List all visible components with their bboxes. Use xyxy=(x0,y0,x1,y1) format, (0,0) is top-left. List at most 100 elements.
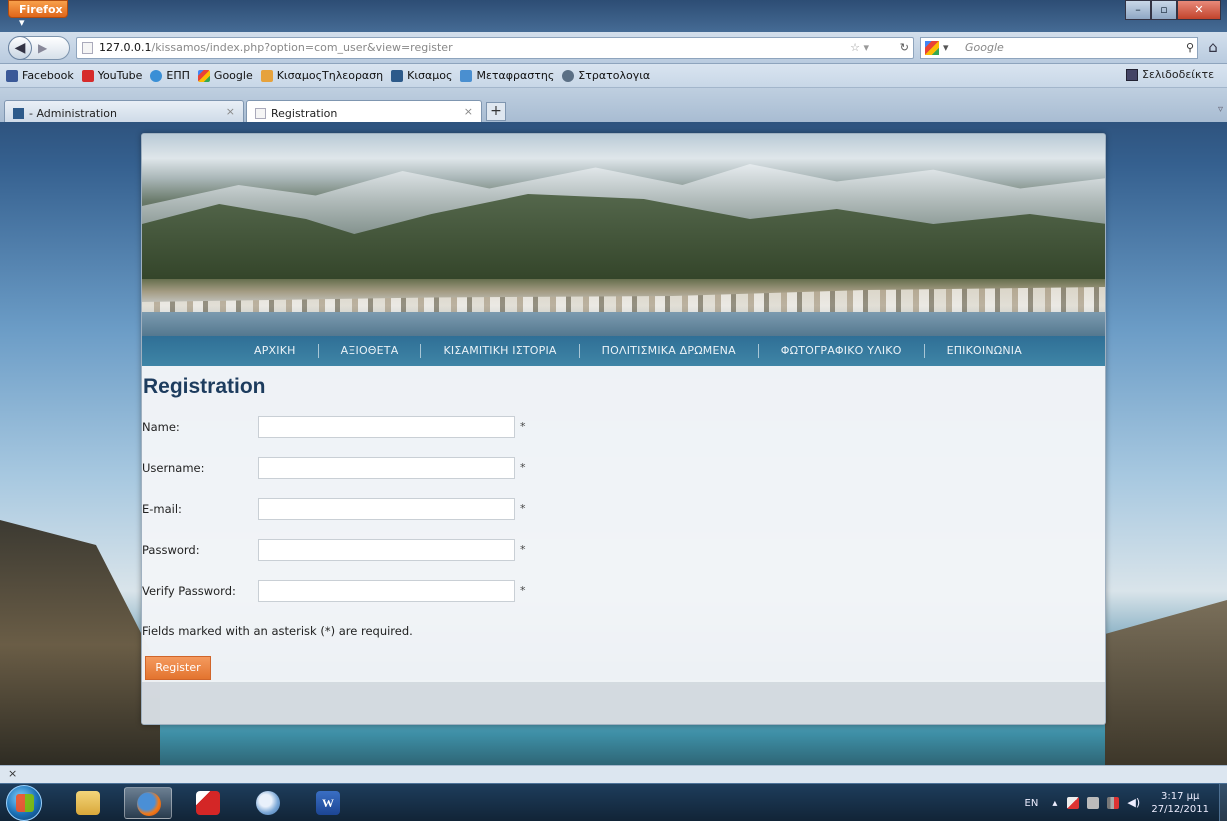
show-hidden-icons[interactable]: ▴ xyxy=(1052,798,1057,809)
bookmark-label: Κισαμος xyxy=(407,69,453,82)
close-addon-bar-icon[interactable]: × xyxy=(8,767,17,780)
name-field[interactable] xyxy=(258,416,515,438)
password-field[interactable] xyxy=(258,539,515,561)
engine-dropdown-icon[interactable]: ▾ xyxy=(943,38,949,58)
page-title: Registration xyxy=(143,375,266,398)
banner-town xyxy=(142,287,1105,314)
shield-icon xyxy=(562,69,575,82)
clock-time: 3:17 μμ xyxy=(1161,791,1200,802)
required-marker: * xyxy=(520,461,526,474)
word-icon: W xyxy=(316,791,340,815)
banner-water xyxy=(142,312,1105,336)
tab-registration[interactable]: Registration × xyxy=(246,100,482,122)
verify-password-field[interactable] xyxy=(258,580,515,602)
action-center-flag-icon[interactable] xyxy=(1067,797,1080,809)
email-field[interactable] xyxy=(258,498,515,520)
clock-date: 27/12/2011 xyxy=(1151,804,1209,815)
address-bar[interactable]: 127.0.0.1/kissamos/index.php?option=com_… xyxy=(76,37,914,59)
home-icon[interactable]: ⌂ xyxy=(1202,38,1224,58)
menu-item-home[interactable]: ΑΡΧΙΚΗ xyxy=(232,344,319,358)
desktop-wallpaper-cliff-left xyxy=(0,520,160,770)
back-button[interactable]: ◀ xyxy=(8,36,32,60)
registration-form: Registration Name: * Username: * E-mail:… xyxy=(142,366,1105,682)
tab-strip: - Administration × Registration × + ▿ xyxy=(0,88,1227,122)
epp-icon xyxy=(150,69,163,82)
tab-list-icon[interactable]: ▿ xyxy=(1218,104,1223,115)
taskbar-paint[interactable] xyxy=(244,787,292,819)
google-engine-icon[interactable] xyxy=(925,41,939,55)
forward-button[interactable]: ▶ xyxy=(38,41,47,55)
menu-item-culture[interactable]: ΠΟΛΙΤΙΣΜΙΚΑ ΔΡΩΜΕΝΑ xyxy=(580,344,759,358)
acrobat-icon xyxy=(196,791,220,815)
bookmark-kissamos[interactable]: Κισαμος xyxy=(391,69,452,82)
taskbar-acrobat[interactable] xyxy=(184,787,232,819)
bookmark-facebook[interactable]: Facebook xyxy=(6,69,74,82)
desktop-wallpaper-cliff-right xyxy=(1105,600,1227,770)
bookmark-star-icon[interactable]: ☆ ▾ xyxy=(850,38,869,58)
bookmark-label: Facebook xyxy=(22,69,74,82)
language-indicator[interactable]: EN xyxy=(1025,798,1039,809)
username-label: Username: xyxy=(142,461,205,475)
tab-close-icon[interactable]: × xyxy=(464,105,473,118)
clock[interactable]: 3:17 μμ 27/12/2011 xyxy=(1151,790,1209,816)
email-label: E-mail: xyxy=(142,502,182,516)
volume-icon[interactable]: ◀) xyxy=(1127,797,1140,809)
maximize-button[interactable]: ▫ xyxy=(1151,0,1177,20)
bookmark-kissamos-tv[interactable]: ΚισαμοςΤηλεοραση xyxy=(260,69,383,82)
network-icon[interactable] xyxy=(1107,797,1120,809)
tab-administration[interactable]: - Administration × xyxy=(4,100,244,122)
required-fields-note: Fields marked with an asterisk (*) are r… xyxy=(142,624,413,638)
name-row: Name: * xyxy=(142,416,562,438)
verify-password-row: Verify Password: * xyxy=(142,580,562,602)
site-main-menu: ΑΡΧΙΚΗ ΑΞΙΟΘΕΤΑ ΚΙΣΑΜΙΤΙΚΗ ΙΣΤΟΡΙΑ ΠΟΛΙΤ… xyxy=(142,336,1105,366)
minimize-button[interactable]: – xyxy=(1125,0,1151,20)
menu-item-history[interactable]: ΚΙΣΑΜΙΤΙΚΗ ΙΣΤΟΡΙΑ xyxy=(421,344,580,358)
tab-label: Registration xyxy=(271,107,338,120)
new-tab-button[interactable]: + xyxy=(486,102,506,121)
bookmark-google[interactable]: Google xyxy=(197,69,253,82)
bookmarks-toolbar: Facebook YouTube ΕΠΠ Google ΚισαμοςΤηλεο… xyxy=(0,64,1227,88)
bookmark-translator[interactable]: Μεταφραστης xyxy=(460,69,554,82)
bookmarks-menu-label: Σελιδοδείκτε xyxy=(1142,68,1215,81)
taskbar-explorer[interactable] xyxy=(64,787,112,819)
joomla-icon xyxy=(13,108,24,119)
url-path: /kissamos/index.php?option=com_user&view… xyxy=(151,41,453,54)
search-bar[interactable]: ▾ Google ⚲ xyxy=(920,37,1198,59)
page-icon xyxy=(255,108,266,119)
device-icon[interactable] xyxy=(1087,797,1100,809)
name-label: Name: xyxy=(142,420,180,434)
taskbar-firefox[interactable] xyxy=(124,787,172,819)
facebook-icon xyxy=(6,69,18,82)
bookmark-stratologia[interactable]: Στρατολογια xyxy=(562,69,650,82)
paint-icon xyxy=(256,791,280,815)
required-marker: * xyxy=(520,584,526,597)
start-button[interactable] xyxy=(6,785,42,821)
search-placeholder: Google xyxy=(965,41,1004,54)
windows-logo-icon xyxy=(16,794,34,812)
username-field[interactable] xyxy=(258,457,515,479)
password-label: Password: xyxy=(142,543,200,557)
firefox-icon xyxy=(137,792,161,816)
required-marker: * xyxy=(520,543,526,556)
bookmark-epp[interactable]: ΕΠΠ xyxy=(150,69,190,82)
firefox-menu-label: Firefox xyxy=(19,3,63,16)
show-desktop-button[interactable] xyxy=(1219,784,1227,821)
bookmarks-menu-button[interactable]: Σελιδοδείκτε xyxy=(1126,68,1214,81)
menu-item-sights[interactable]: ΑΞΙΟΘΕΤΑ xyxy=(319,344,422,358)
taskbar-word[interactable]: W xyxy=(304,787,352,819)
reload-icon[interactable]: ↻ xyxy=(900,38,909,58)
tab-close-icon[interactable]: × xyxy=(226,105,235,118)
browser-statusbar: × xyxy=(0,765,1227,783)
search-icon[interactable]: ⚲ xyxy=(1186,38,1194,58)
register-button[interactable]: Register xyxy=(145,656,211,680)
header-banner-image xyxy=(142,134,1105,336)
joomla-icon xyxy=(391,69,404,82)
close-window-button[interactable]: ✕ xyxy=(1177,0,1221,20)
youtube-icon xyxy=(81,69,94,82)
menu-item-contact[interactable]: ΕΠΙΚΟΙΝΩΝΙΑ xyxy=(925,344,1044,358)
bookmark-youtube[interactable]: YouTube xyxy=(81,69,143,82)
firefox-menu-button[interactable]: Firefox ▾ xyxy=(8,0,68,29)
bookmark-label: YouTube xyxy=(97,69,143,82)
menu-item-photos[interactable]: ΦΩΤΟΓΡΑΦΙΚΟ ΥΛΙΚΟ xyxy=(759,344,925,358)
back-forward-buttons: ◀ ▶ xyxy=(8,36,70,60)
